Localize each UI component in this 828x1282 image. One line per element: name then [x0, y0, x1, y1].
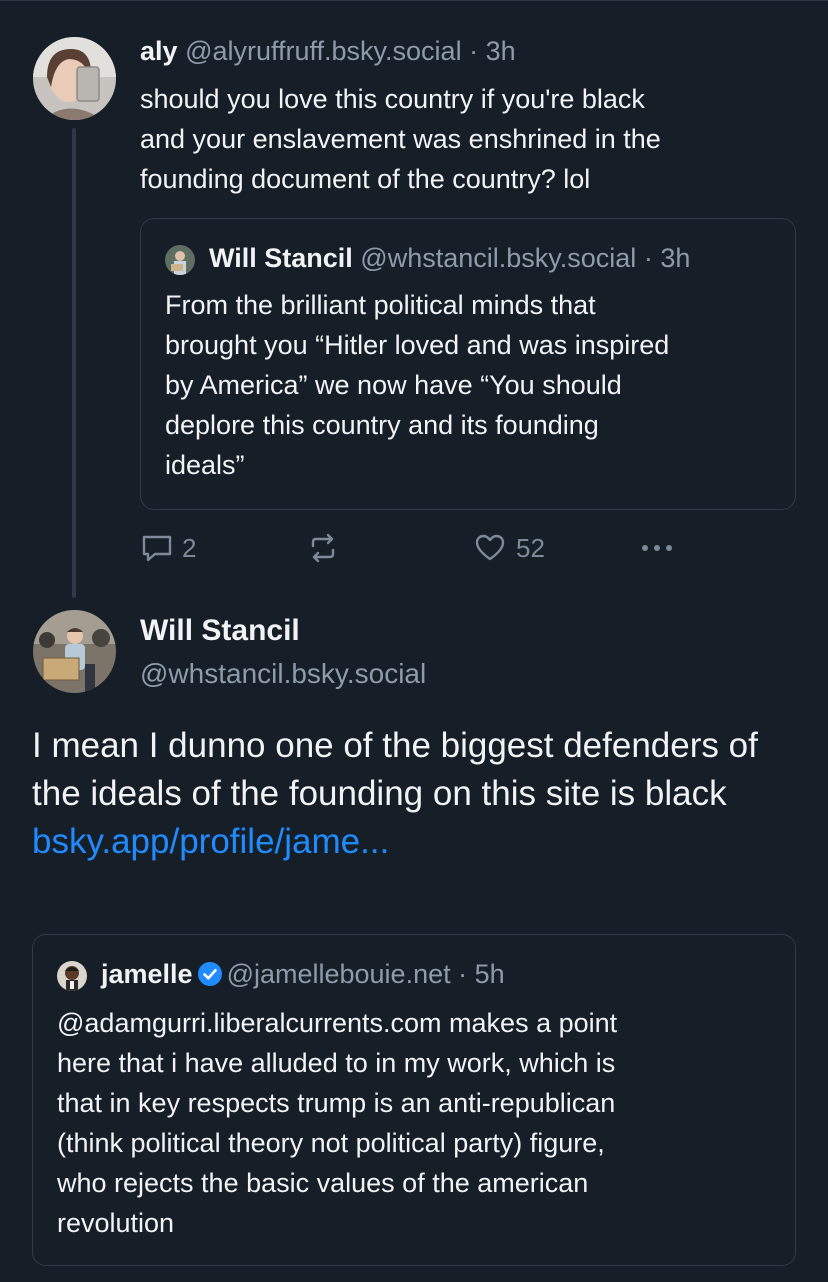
parent-post-time[interactable]: 3h [486, 36, 516, 66]
like-count: 52 [516, 532, 545, 563]
like-icon [474, 532, 506, 564]
meta-separator: · [643, 243, 653, 273]
quoted-post-time: 3h [660, 243, 691, 273]
quoted-author-avatar [165, 245, 195, 275]
main-author-avatar[interactable] [33, 610, 116, 693]
quoted-author-name-2[interactable]: jamelle [101, 959, 193, 989]
meta-separator: · [458, 959, 468, 989]
main-author-name[interactable]: Will Stancil [140, 614, 300, 648]
quoted-post-text-2: @adamgurri.liberalcurrents.com makes a p… [57, 1008, 618, 1238]
quoted-author-avatar-2 [57, 961, 87, 991]
main-author-handle[interactable]: @whstancil.bsky.social [140, 658, 426, 690]
like-button[interactable]: 52 [474, 532, 545, 564]
quoted-post-card[interactable]: Will Stancil @whstancil.bsky.social · 3h… [140, 218, 796, 510]
quoted-post-meta: Will Stancil @whstancil.bsky.social · 3h [209, 243, 690, 274]
more-icon [638, 532, 678, 564]
thread-line [72, 128, 76, 598]
main-post-link[interactable]: bsky.app/profile/jame... [32, 822, 389, 861]
parent-author-name[interactable]: aly [140, 36, 178, 66]
parent-post-meta: aly @alyruffruff.bsky.social · 3h [140, 36, 516, 67]
top-divider [0, 0, 828, 1]
quoted-post-card-2[interactable]: jamelle @jamellebouie.net · 5h @adamgurri… [32, 934, 796, 1266]
reply-count: 2 [182, 532, 197, 563]
reply-icon [140, 532, 174, 564]
main-post-text: I mean I dunno one of the biggest defend… [32, 722, 802, 866]
quoted-post-text: From the brilliant political minds that … [165, 290, 670, 480]
aly-avatar[interactable] [33, 37, 116, 120]
quoted-author-handle[interactable]: @whstancil.bsky.social [360, 243, 636, 273]
repost-icon [307, 532, 339, 564]
quoted-post-meta-2: jamelle @jamellebouie.net · 5h [101, 959, 505, 994]
quoted-author-handle-2[interactable]: @jamellebouie.net [227, 959, 451, 989]
repost-button[interactable] [307, 532, 345, 564]
meta-separator: · [469, 36, 479, 66]
main-post-body: I mean I dunno one of the biggest defend… [32, 726, 758, 813]
more-options-button[interactable] [638, 532, 678, 564]
verified-badge-icon [197, 961, 223, 994]
parent-post-text: should you love this country if you're b… [140, 84, 661, 194]
reply-button[interactable]: 2 [140, 532, 196, 564]
parent-author-handle[interactable]: @alyruffruff.bsky.social [185, 36, 462, 66]
quoted-author-name[interactable]: Will Stancil [209, 243, 353, 273]
quoted-post-time-2: 5h [474, 959, 505, 989]
